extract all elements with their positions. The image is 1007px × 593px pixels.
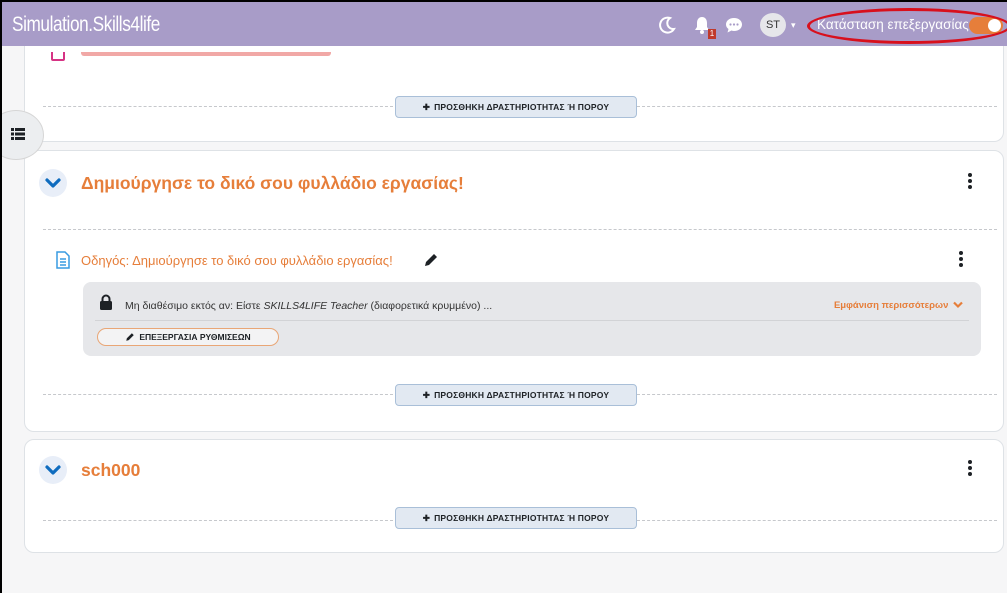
add-activity-button[interactable]: ✚ ΠΡΟΣΘΗΚΗ ΔΡΑΣΤΗΡΙΟΤΗΤΑΣ Ή ΠΟΡΟΥ <box>395 507 637 529</box>
restriction-box: Μη διαθέσιμο εκτός αν: Είστε SKILLS4LIFE… <box>83 282 981 356</box>
chevron-down-icon[interactable]: ▾ <box>791 20 796 31</box>
list-icon <box>11 128 25 140</box>
divider-right <box>637 394 997 395</box>
truncated-activity-row <box>51 52 341 62</box>
lock-icon <box>100 294 112 310</box>
restriction-role: SKILLS4LIFE Teacher <box>263 300 368 312</box>
section-title[interactable]: sch000 <box>81 460 140 481</box>
highlight-annotation <box>807 8 1007 44</box>
course-section-2: Δημιούργησε το δικό σου φυλλάδιο εργασία… <box>24 150 1004 432</box>
section-title[interactable]: Δημιούργησε το δικό σου φυλλάδιο εργασία… <box>81 173 464 194</box>
restriction-prefix: Μη διαθέσιμο εκτός αν: Είστε <box>125 300 264 312</box>
collapse-button[interactable] <box>39 456 67 484</box>
activity-link-truncated[interactable] <box>81 52 331 56</box>
page-bottom <box>2 562 1007 593</box>
notification-badge: 1 <box>708 29 716 39</box>
course-section-3: sch000 ✚ ΠΡΟΣΘΗΚΗ ΔΡΑΣΤΗΡΙΟΤΗΤΑΣ Ή ΠΟΡΟΥ <box>24 439 1004 553</box>
divider-left <box>43 106 393 107</box>
activity-icon <box>51 52 65 61</box>
moon-icon[interactable] <box>657 15 677 35</box>
edit-settings-button[interactable]: ΕΠΕΞΕΡΓΑΣΙΑ ΡΥΘΜΙΣΕΩΝ <box>97 328 279 346</box>
section-menu-kebab-icon[interactable] <box>968 460 972 478</box>
chevron-down-icon <box>45 178 61 188</box>
divider-right <box>637 106 997 107</box>
divider-left <box>43 394 393 395</box>
app-frame: ✚ ΠΡΟΣΘΗΚΗ ΔΡΑΣΤΗΡΙΟΤΗΤΑΣ Ή ΠΟΡΟΥ Δημιού… <box>0 0 1007 593</box>
course-section-1: ✚ ΠΡΟΣΘΗΚΗ ΔΡΑΣΤΗΡΙΟΤΗΤΑΣ Ή ΠΟΡΟΥ <box>24 38 1004 142</box>
restriction-divider <box>95 320 969 321</box>
plus-icon: ✚ <box>422 389 431 400</box>
pencil-icon <box>126 333 135 341</box>
avatar[interactable]: ST <box>760 13 786 37</box>
chat-icon[interactable] <box>724 15 744 35</box>
chevron-down-icon <box>953 302 963 309</box>
pencil-icon[interactable] <box>423 252 439 268</box>
activity-link[interactable]: Οδηγός: Δημιούργησε το δικό σου φυλλάδιο… <box>81 253 393 268</box>
divider-left <box>43 520 393 521</box>
plus-icon: ✚ <box>422 512 431 523</box>
restriction-suffix: (διαφορετικά κρυμμένο) ... <box>367 300 493 312</box>
show-more-link[interactable]: Εμφάνιση περισσότερων <box>834 300 963 311</box>
divider-right <box>637 520 997 521</box>
plus-icon: ✚ <box>422 101 431 112</box>
restriction-text: Μη διαθέσιμο εκτός αν: Είστε SKILLS4LIFE… <box>125 300 492 312</box>
section-menu-kebab-icon[interactable] <box>968 173 972 191</box>
site-brand[interactable]: Simulation.Skills4life <box>12 13 160 37</box>
add-activity-button[interactable]: ✚ ΠΡΟΣΘΗΚΗ ΔΡΑΣΤΗΡΙΟΤΗΤΑΣ Ή ΠΟΡΟΥ <box>395 96 637 118</box>
divider-top <box>43 229 997 230</box>
collapse-button[interactable] <box>39 169 67 197</box>
top-navbar: Simulation.Skills4life 1 ST ▾ Κατάσταση … <box>2 2 1007 46</box>
chevron-down-icon <box>45 465 61 475</box>
activity-menu-kebab-icon[interactable] <box>959 251 963 269</box>
add-activity-button[interactable]: ✚ ΠΡΟΣΘΗΚΗ ΔΡΑΣΤΗΡΙΟΤΗΤΑΣ Ή ΠΟΡΟΥ <box>395 384 637 406</box>
page-icon <box>56 251 70 269</box>
